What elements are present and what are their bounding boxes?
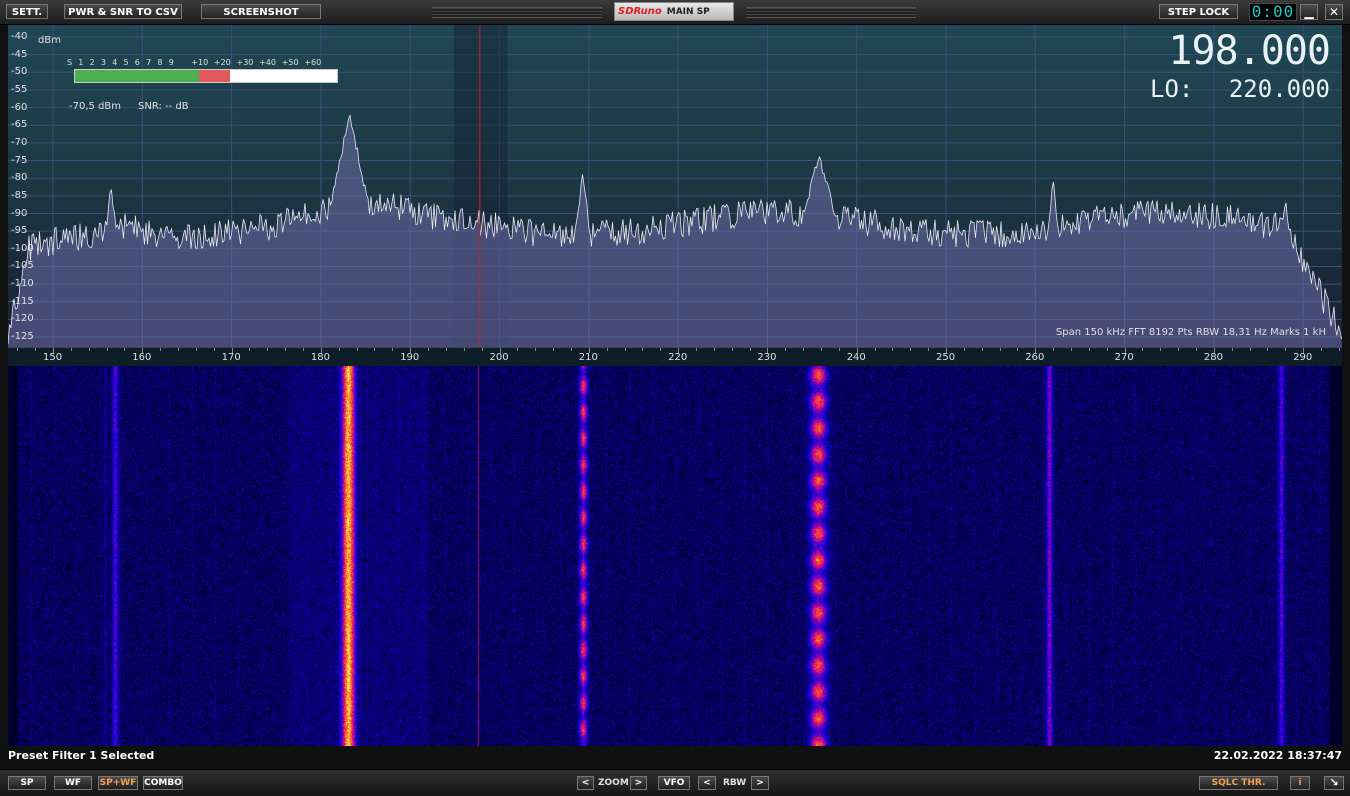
db-tick-label: -105 [11, 260, 34, 272]
smeter-scale-label: S [67, 58, 73, 67]
smeter-scale-label: 4 [112, 58, 118, 67]
freq-tick-label: 180 [310, 352, 330, 363]
smeter-scale-label: 5 [123, 58, 129, 67]
db-tick-label: -40 [11, 31, 28, 42]
freq-tick-label: 250 [936, 352, 956, 363]
freq-tick-label: 160 [132, 352, 152, 363]
rbw-label: RBW [723, 778, 747, 788]
status-datetime: 22.02.2022 18:37:47 [1213, 749, 1342, 762]
sp-button[interactable]: SP [8, 776, 46, 790]
smeter-scale-label: +40 [259, 58, 276, 67]
power-readout: -70,5 dBm [69, 101, 122, 112]
db-tick-label: -95 [11, 225, 28, 237]
smeter-scale-label: 9 [168, 58, 174, 67]
minimize-icon[interactable]: ▁ [1300, 4, 1318, 20]
screenshot-button[interactable]: SCREENSHOT [201, 4, 321, 19]
db-tick-label: -85 [11, 189, 28, 201]
freq-tick-label: 240 [846, 352, 866, 363]
freq-tick-label: 200 [489, 352, 509, 363]
freq-tick-label: 150 [43, 352, 63, 363]
combo-button[interactable]: COMBO [143, 776, 183, 790]
db-tick-label: -75 [11, 154, 28, 166]
db-tick-label: -100 [11, 242, 34, 254]
smeter-scale-label: 6 [134, 58, 140, 67]
freq-tick-label: 270 [1114, 352, 1134, 363]
smeter-scale-label: +50 [281, 58, 299, 67]
freq-tick-label: 210 [578, 352, 598, 363]
info-button[interactable]: i [1290, 776, 1310, 790]
zoom-in-button[interactable]: > [630, 776, 647, 790]
db-tick-label: -45 [11, 48, 28, 60]
waterfall-canvas [8, 366, 1342, 746]
bottom-toolbar: SP WF SP+WF COMBO < ZOOM > VFO < RBW > S… [0, 769, 1350, 796]
smeter-scale-label: 8 [157, 58, 163, 67]
freq-tick-label: 220 [668, 352, 688, 363]
smeter-scale-label: 3 [100, 58, 106, 67]
db-tick-label: -55 [11, 83, 28, 95]
unit-label: dBm [38, 35, 61, 46]
smeter-scale-label: +30 [236, 58, 254, 67]
settings-button[interactable]: SETT. [6, 4, 48, 19]
sqlc-threshold-button[interactable]: SQLC THR. [1199, 776, 1278, 790]
db-tick-label: -90 [11, 207, 28, 219]
db-tick-label: -125 [11, 331, 34, 343]
freq-tick-label: 280 [1203, 352, 1223, 363]
smeter-scale-label: 1 [78, 58, 84, 67]
drag-grip-left[interactable] [432, 7, 602, 18]
db-tick-label: -115 [11, 295, 34, 307]
smeter-scale-label: +20 [213, 58, 231, 67]
rbw-prev-button[interactable]: < [698, 776, 716, 790]
db-tick-label: -50 [11, 66, 28, 78]
window-mode: MAIN SP [666, 7, 710, 17]
db-tick-label: -120 [11, 313, 34, 325]
db-tick-label: -60 [11, 101, 28, 113]
s-meter [74, 69, 338, 83]
step-lock-button[interactable]: STEP LOCK [1159, 4, 1238, 19]
pwr-snr-csv-button[interactable]: PWR & SNR TO CSV [64, 4, 182, 19]
drag-grip-right[interactable] [746, 7, 916, 18]
freq-tick-label: 230 [757, 352, 777, 363]
zoom-out-button[interactable]: < [577, 776, 594, 790]
zoom-label: ZOOM [598, 778, 629, 788]
smeter-scale-label: 2 [89, 58, 95, 67]
waterfall-display[interactable] [8, 366, 1342, 746]
resize-icon[interactable]: ↘ [1324, 776, 1344, 790]
rbw-next-button[interactable]: > [751, 776, 769, 790]
close-icon[interactable]: ✕ [1325, 4, 1343, 20]
smeter-scale-label: 7 [146, 58, 152, 67]
db-tick-label: -80 [11, 172, 28, 184]
freq-tick-label: 290 [1293, 352, 1313, 363]
status-line: Preset Filter 1 Selected 22.02.2022 18:3… [0, 747, 1350, 769]
freq-tick-label: 170 [221, 352, 241, 363]
app-logo: SDRuno MAIN SP [614, 2, 734, 21]
lo-label: LO: [1150, 75, 1194, 103]
spectrum-info: Span 150 kHz FFT 8192 Pts RBW 18,31 Hz M… [1055, 327, 1326, 338]
title-toolbar: SETT. PWR & SNR TO CSV SCREENSHOT SDRuno… [0, 0, 1350, 25]
vfo-button[interactable]: VFO [658, 776, 690, 790]
clock-display: 0:00 [1249, 3, 1297, 21]
smeter-scale-label: +60 [304, 58, 322, 67]
freq-tick-label: 260 [1025, 352, 1045, 363]
spectrum-display[interactable]: -40 -45 -50 -55 -60 -65 -70 -75 -80 -85 -90 -95 -100… [8, 25, 1342, 347]
vfo-frequency[interactable]: 198.000 [1168, 29, 1331, 73]
status-message: Preset Filter 1 Selected [8, 749, 155, 762]
db-tick-label: -70 [11, 136, 28, 148]
snr-readout: SNR: -- dB [138, 101, 189, 112]
lo-frequency[interactable]: 220.000 [1229, 75, 1330, 103]
wf-button[interactable]: WF [54, 776, 92, 790]
db-tick-label: -65 [11, 119, 28, 131]
sp-wf-button[interactable]: SP+WF [98, 776, 138, 790]
brand-name: SDRuno [618, 6, 662, 17]
db-tick-label: -110 [11, 278, 34, 290]
freq-tick-label: 190 [400, 352, 420, 363]
smeter-scale-label: +10 [191, 58, 209, 67]
frequency-axis: 150 160 170 180 190 200 210 220 230 240 250 260 270 2… [8, 347, 1342, 367]
